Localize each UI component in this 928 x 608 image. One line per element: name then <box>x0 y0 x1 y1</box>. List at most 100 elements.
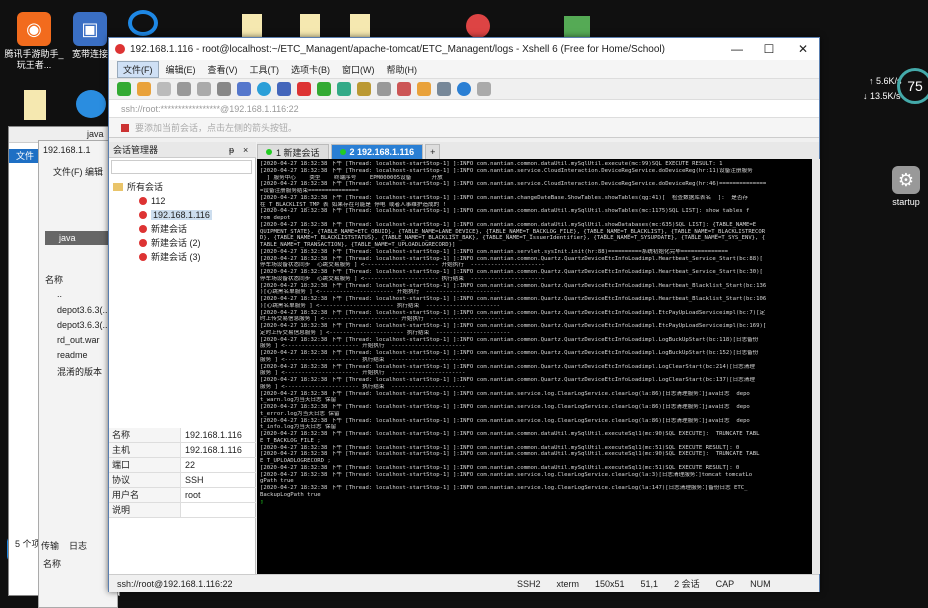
menu-bar: 文件(F) 编辑(E) 查看(V) 工具(T) 选项卡(B) 窗口(W) 帮助(… <box>109 60 819 78</box>
pin-icon[interactable]: ᵽ <box>229 145 234 155</box>
startup-shortcut[interactable]: ⚙ startup <box>876 166 928 208</box>
cloud-icon[interactable] <box>76 90 106 118</box>
xftp-icon[interactable] <box>317 82 331 96</box>
close-icon[interactable]: × <box>243 145 248 155</box>
terminal-line: [2020-04-27 18:32:38 下午 [Thread: localho… <box>260 471 753 478</box>
folder-icon[interactable] <box>24 90 46 120</box>
terminal-line: [2020-04-27 18:32:38 下午 [Thread: localho… <box>260 464 740 471</box>
xshell-logo-icon <box>115 44 125 54</box>
terminal-line: [2020-04-27 18:32:38 下午 [Thread: localho… <box>260 444 740 451</box>
menu-tabs[interactable]: 选项卡(B) <box>286 62 335 77</box>
session-filter-input[interactable] <box>111 160 252 174</box>
menu-window[interactable]: 窗口(W) <box>337 62 380 77</box>
java-folder-tab[interactable]: java <box>87 129 104 139</box>
terminal-line: TABLE_NAME=T_TRANSACTION}, {TABLE_NAME=T… <box>260 242 456 248</box>
address-text[interactable]: ssh://root:*****************@192.168.1.1… <box>121 104 299 114</box>
terminal-line: )[心跳黑名单服务 ] <---------------------- 执行结束… <box>260 302 501 309</box>
list-item[interactable]: readme <box>57 350 88 360</box>
fullscreen-icon[interactable] <box>337 82 351 96</box>
session-item[interactable]: 新建会话 (3) <box>139 250 201 263</box>
terminal-line: ] 服务中心 类型 终端序号 EPM000005设备 开放 <box>260 174 443 181</box>
terminal-line: [2020-04-27 18:32:38 下午 [Thread: localho… <box>260 377 755 383</box>
document-icon[interactable] <box>242 14 262 38</box>
menu-view[interactable]: 查看(V) <box>203 62 243 77</box>
log-tab[interactable]: 日志 <box>69 539 87 552</box>
xshell-icon[interactable] <box>466 14 490 38</box>
menu-file[interactable]: 文件(F) <box>117 60 159 78</box>
sftp-tab[interactable]: 192.168.1.1 <box>43 145 91 155</box>
terminal-line: [2020-04-27 18:32:38 下午 [Thread: localho… <box>260 431 760 437</box>
session-tab-bar: 1 新建会话 2 192.168.1.116 + <box>257 142 819 159</box>
menu-tools[interactable]: 工具(T) <box>245 62 285 77</box>
disconnect-icon[interactable] <box>157 82 171 96</box>
copy-icon[interactable] <box>197 82 211 96</box>
keyboard-icon[interactable] <box>377 82 391 96</box>
list-item[interactable]: .. <box>57 289 62 299</box>
status-bar: ssh://root@192.168.1.116:22 SSH2 xterm 1… <box>109 574 819 592</box>
terminal-line: [2020-04-27 18:32:38 下午 [Thread: localho… <box>260 269 763 275</box>
session-item[interactable]: 新建会话 <box>139 222 187 235</box>
terminal-line: [2020-04-27 18:32:38 下午 [Thread: localho… <box>260 248 728 255</box>
terminal-size: 150x51 <box>595 578 625 589</box>
address-bar[interactable]: ssh://root:*****************@192.168.1.1… <box>109 100 819 118</box>
terminal-line: [2020-04-27 18:32:38 下午 [Thread: localho… <box>260 363 755 370</box>
terminal-line: [2020-04-27 18:32:38 下午 [Thread: localho… <box>260 194 749 201</box>
session-icon <box>139 196 147 205</box>
highlight-icon[interactable] <box>397 82 411 96</box>
menu-help[interactable]: 帮助(H) <box>382 62 423 77</box>
list-item[interactable]: depot3.6.3(... <box>57 320 110 330</box>
maximize-button[interactable]: ☐ <box>757 41 781 57</box>
transfer-tab[interactable]: 传输 <box>41 539 59 552</box>
file-menu[interactable]: 文件(F) 编辑 <box>53 165 103 178</box>
new-session-icon[interactable] <box>117 82 131 96</box>
session-manager-header: 会话管理器 ᵽ × <box>109 142 256 158</box>
script-icon[interactable] <box>417 82 431 96</box>
tencent-game-assistant-shortcut[interactable]: ◉ 腾讯手游助手_玩王者... <box>4 12 64 71</box>
tab-new-session[interactable]: 1 新建会话 <box>257 144 329 159</box>
list-item[interactable]: rd_out.war <box>57 335 100 345</box>
terminal-output[interactable]: [2020-04-27 18:32:38 下午 [Thread: localho… <box>257 159 812 574</box>
terminal-line: )[心跳黑名单服务 ] <---------------------- 开始执行… <box>260 289 501 296</box>
help-icon[interactable] <box>457 82 471 96</box>
terminal-line: BackupLogPath true <box>260 491 321 498</box>
print-icon[interactable] <box>237 82 251 96</box>
xshell-window: 192.168.1.116 - root@localhost:~/ETC_Man… <box>108 37 820 592</box>
window-title: 192.168.1.116 - root@localhost:~/ETC_Man… <box>130 43 665 55</box>
close-button[interactable]: ✕ <box>791 41 815 57</box>
terminal-line: [2020-04-27 18:32:38 下午 [Thread: localho… <box>260 296 767 302</box>
window-titlebar: 192.168.1.116 - root@localhost:~/ETC_Man… <box>109 38 819 60</box>
session-item[interactable]: 192.168.1.116 <box>139 208 212 221</box>
terminal-line: =设备注册服务结束=============== <box>260 188 359 194</box>
num-lock-indicator: NUM <box>750 578 771 589</box>
chat-icon[interactable] <box>477 82 491 96</box>
tree-root-all-sessions[interactable]: 所有会话 <box>113 180 163 193</box>
terminal-line: [2020-04-27 18:32:38 下午 [Thread: localho… <box>260 323 767 329</box>
globe-icon[interactable] <box>257 82 271 96</box>
file-ribbon-tab[interactable]: 文件 <box>9 149 41 163</box>
properties-icon[interactable] <box>177 82 191 96</box>
terminal-line: [2020-04-27 18:32:38 下午 [Thread: localho… <box>260 350 759 356</box>
add-tab-button[interactable]: + <box>425 144 441 159</box>
session-item[interactable]: 112 <box>139 194 165 207</box>
terminal-line: [2020-04-27 18:32:38 下午 [Thread: localho… <box>260 404 750 410</box>
search-icon[interactable] <box>217 82 231 96</box>
java-tab[interactable]: java <box>45 231 115 245</box>
minimize-button[interactable]: — <box>725 41 749 57</box>
layout-icon[interactable] <box>437 82 451 96</box>
font-icon[interactable] <box>277 82 291 96</box>
bookmark-arrow-icon[interactable] <box>121 123 129 132</box>
document-icon[interactable] <box>300 14 320 38</box>
lock-icon[interactable] <box>357 82 371 96</box>
open-folder-icon[interactable] <box>137 82 151 96</box>
list-item[interactable]: depot3.6.3(... <box>57 305 110 315</box>
session-item[interactable]: 新建会话 (2) <box>139 236 201 249</box>
xshell-icon[interactable] <box>297 82 311 96</box>
terminal-scrollbar[interactable] <box>812 159 820 574</box>
document-icon[interactable] <box>350 14 370 38</box>
folder-icon[interactable] <box>564 16 590 38</box>
tab-192-168-1-116[interactable]: 2 192.168.1.116 <box>330 144 424 159</box>
app-icon[interactable] <box>128 10 158 36</box>
terminal-line: t_info.log为当天日志 保留 <box>260 424 337 431</box>
list-item[interactable]: 混淆的版本 <box>57 365 102 378</box>
menu-edit[interactable]: 编辑(E) <box>161 62 201 77</box>
